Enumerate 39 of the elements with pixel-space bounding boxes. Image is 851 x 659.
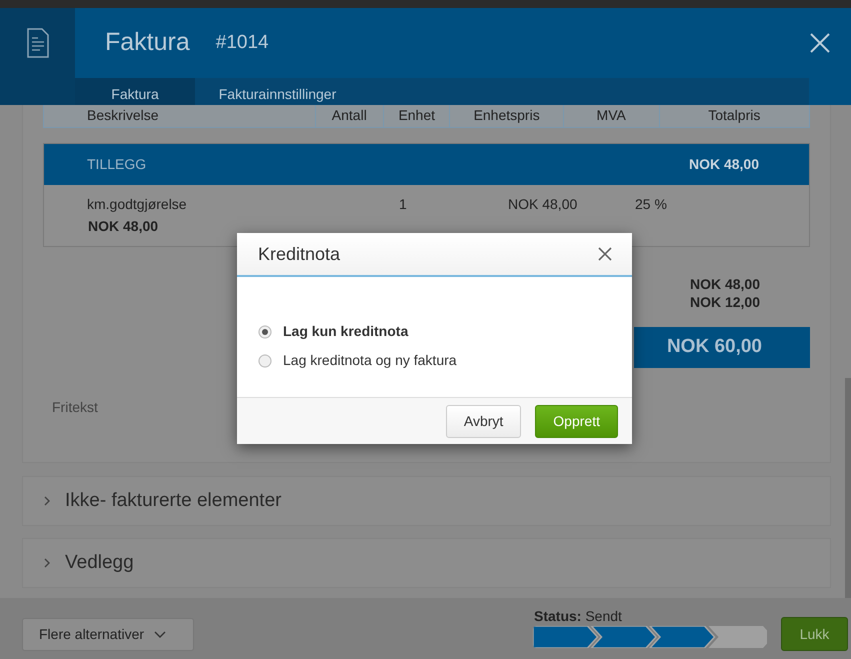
create-button[interactable]: Opprett bbox=[535, 404, 618, 438]
caret-icon bbox=[154, 630, 166, 638]
section-title: TILLEGG bbox=[87, 155, 146, 174]
close-icon[interactable] bbox=[598, 247, 612, 261]
tab[interactable]: Fakturainnstillinger bbox=[195, 78, 360, 105]
window-title: Faktura bbox=[105, 27, 190, 58]
subtotal-cell-text: NOK 48,00 bbox=[88, 217, 158, 236]
radio-button[interactable] bbox=[258, 354, 272, 368]
close-icon[interactable] bbox=[809, 32, 831, 54]
option-label: Lag kreditnota og ny faktura bbox=[283, 351, 457, 370]
column-header: Totalpris bbox=[658, 105, 810, 127]
grand-total: NOK 60,00 bbox=[634, 327, 810, 368]
unit-price-cell-text: NOK 48,00 bbox=[508, 195, 578, 214]
accordion-header[interactable]: Vedlegg bbox=[22, 538, 831, 588]
cancel-button[interactable]: Avbryt bbox=[446, 404, 522, 438]
free-text-label: Fritekst bbox=[52, 398, 98, 417]
more-options-button[interactable]: Flere alternativer bbox=[22, 618, 194, 651]
accordion-header[interactable]: Ikke- fakturerte elementer bbox=[22, 476, 831, 526]
document-icon bbox=[26, 28, 48, 58]
column-header: Beskrivelse bbox=[86, 106, 160, 125]
chevron-right-icon bbox=[43, 495, 51, 507]
total-amount: NOK 48,00 bbox=[690, 275, 760, 293]
column-header: Enhet bbox=[383, 105, 450, 127]
status-text: Status: Sendt bbox=[534, 607, 622, 626]
option-label: Lag kun kreditnota bbox=[283, 322, 408, 341]
radio-button[interactable] bbox=[258, 324, 272, 338]
description-cell-text: km.godtgjørelse bbox=[87, 195, 187, 214]
column-header: Antall bbox=[314, 105, 384, 127]
invoice-number: #1014 bbox=[216, 30, 269, 55]
column-header: MVA bbox=[562, 105, 659, 127]
vat-cell-text: 25 % bbox=[635, 195, 667, 214]
dialog-title: Kreditnota bbox=[258, 242, 340, 266]
total-amount: NOK 12,00 bbox=[690, 293, 760, 311]
quantity-cell-text: 1 bbox=[399, 195, 407, 214]
tab[interactable]: Faktura bbox=[75, 78, 195, 105]
section-total: NOK 48,00 bbox=[688, 155, 759, 174]
close-button[interactable]: Lukk bbox=[781, 617, 848, 651]
column-header: Enhetspris bbox=[449, 105, 563, 127]
chevron-right-icon bbox=[43, 557, 51, 569]
